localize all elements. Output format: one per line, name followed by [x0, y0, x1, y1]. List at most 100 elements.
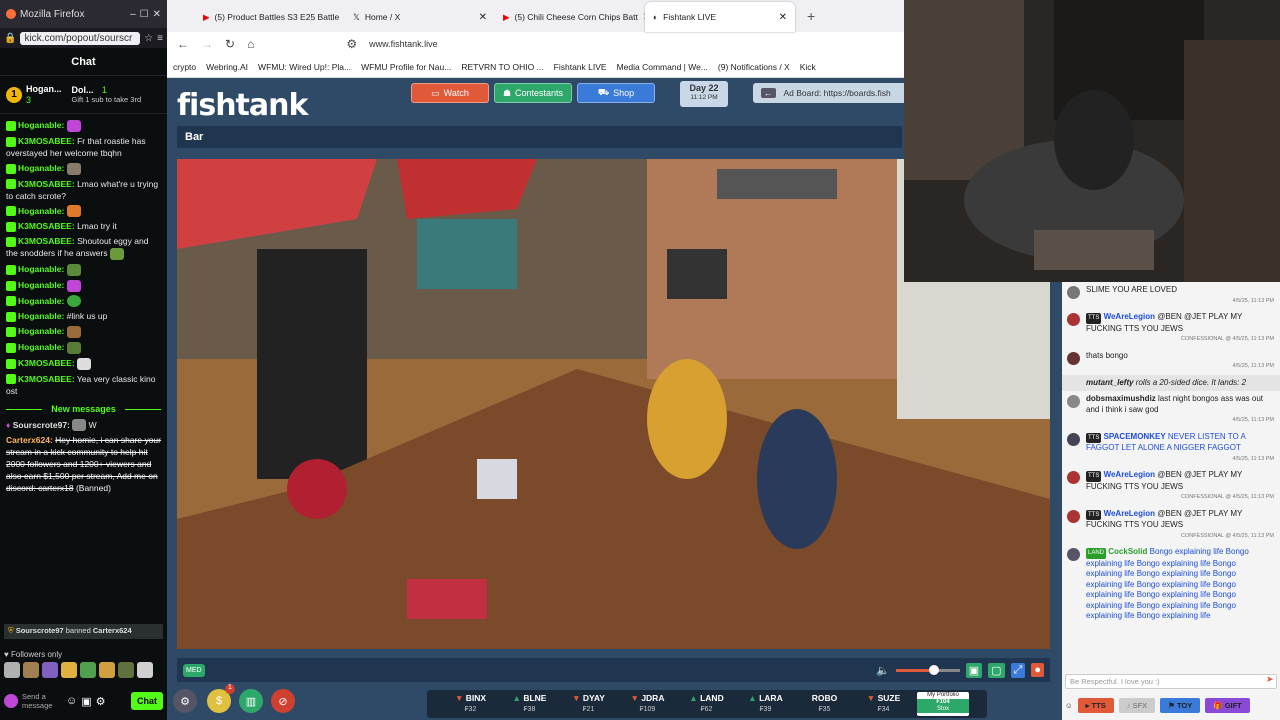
ad-board[interactable]: ← Ad Board: https://boards.fish [753, 83, 904, 103]
bookmark-item[interactable]: WFMU Profile for Nau... [361, 62, 451, 72]
portfolio-box[interactable]: My Portfolio ₣104 Stox [917, 692, 969, 716]
star-icon[interactable]: ☆ [144, 33, 153, 44]
bookmark-item[interactable]: crypto [173, 62, 196, 72]
watch-button[interactable]: ▭ Watch [411, 83, 489, 103]
chat-message: TTS WeAreLegion @BEN @JET PLAY MY FUCKIN… [1062, 309, 1280, 348]
emoji-icon[interactable]: ☺ [66, 695, 77, 707]
chat-message: K3MOSABEE: Yea very classic kino ost [6, 373, 156, 396]
bookmark-item[interactable]: Media Command | We... [617, 62, 708, 72]
stock-item[interactable]: ▼ BINX ₣32 [441, 693, 500, 715]
chat-message-banned: Carterx624: Hey homie, i can share your … [6, 435, 161, 494]
settings-icon[interactable]: ⚙ [96, 695, 106, 708]
volume-slider[interactable] [895, 664, 960, 675]
contestants-button[interactable]: ☗ Contestants [494, 83, 572, 103]
tab-chili-cheese[interactable]: ▶(5) Chili Cheese Corn Chips Batt✕ [495, 2, 645, 32]
kick-titlebar: Mozilla Firefox – ☐ ✕ [0, 0, 167, 28]
close-icon[interactable]: ✕ [153, 9, 161, 20]
site-info-icon[interactable]: ⚙ [346, 37, 357, 51]
pip-icon[interactable]: ▣ [965, 662, 983, 678]
chat-header: Chat [0, 48, 167, 76]
home-icon[interactable]: ⌂ [247, 37, 254, 51]
emote-icon [66, 279, 81, 292]
gifter1-name[interactable]: Hogan... [26, 84, 62, 95]
back-icon[interactable]: ← [177, 37, 189, 51]
new-messages-divider[interactable]: New messages [6, 403, 161, 415]
tab-product-battles[interactable]: ▶(5) Product Battles S3 E25 Battle✕ [195, 2, 345, 32]
chat-message: Hoganable: [6, 263, 161, 276]
settings-gear-icon[interactable]: ⚙ [173, 689, 197, 713]
menu-icon[interactable]: ≡ [157, 33, 163, 44]
stock-item[interactable]: ROBO ₣35 [795, 693, 854, 715]
maximize-icon[interactable]: ☐ [140, 9, 149, 20]
minimize-icon[interactable]: – [130, 9, 136, 20]
stock-item[interactable]: ▲ LAND ₣62 [677, 693, 736, 715]
stock-icon[interactable]: ▥ [239, 689, 263, 713]
reload-icon[interactable]: ↻ [225, 37, 235, 51]
send-message-input[interactable]: Send a message [22, 692, 62, 710]
bookmark-item[interactable]: Kick [800, 62, 816, 72]
chat-message: Hoganable: [6, 119, 161, 132]
tts-button[interactable]: ▸ TTS [1077, 697, 1114, 713]
chat-send-button[interactable]: Chat [131, 692, 163, 710]
shop-button[interactable]: ⛟ Shop [577, 83, 655, 103]
tab-fishtank-live[interactable]: ◐ Fishtank LIVE ✕ [645, 2, 795, 32]
chat-input[interactable]: Be Respectful. I love you :) [1065, 674, 1277, 689]
gifter2-name[interactable]: Dol... [72, 85, 94, 95]
chat-message: K3MOSABEE: Lmao what're u trying to catc… [6, 178, 159, 201]
gift-button[interactable]: 🎁 GIFT [1205, 697, 1250, 713]
bookmark-item[interactable]: (9) Notifications / X [718, 62, 790, 72]
nav-bar: ← → ↻ ⌂ ⚙ www.fishtank.live [167, 32, 904, 56]
chat-actions: ☺ ▸ TTS ♪ SFX ⚑ TOY 🎁 GIFT [1065, 694, 1277, 716]
camera-title: Bar [177, 126, 902, 148]
block-icon[interactable]: ⊘ [271, 689, 295, 713]
chat-messages: Hoganable: K3MOSABEE: Fr that roastie ha… [0, 114, 167, 499]
chat-feed: SLIME YOU ARE LOVED 4/5/25, 11:13 PM TTS … [1062, 282, 1280, 670]
stock-item[interactable]: ▼ SUZE ₣34 [854, 693, 913, 715]
emote-icon [66, 326, 81, 338]
emote-icon [66, 205, 81, 218]
forward-icon[interactable]: → [201, 37, 213, 51]
fishtank-logo[interactable]: fishtank [177, 88, 308, 123]
stock-item[interactable]: ▲ BLNE ₣38 [500, 693, 559, 715]
kick-url[interactable]: kick.com/popout/sourscr [20, 31, 141, 45]
sfx-button[interactable]: ♪ SFX [1118, 697, 1156, 713]
stock-ticker: ▼ BINX ₣32 ▲ BLNE ₣38 ▼ DYAY ₣21 ▼ JDRA ₣109… [427, 690, 987, 718]
fullscreen-window-icon[interactable]: ▢ [988, 662, 1005, 678]
bookmark-item[interactable]: RETVRN TO OHIO ... [461, 62, 543, 72]
bookmarks-bar: crypto Webring.AI WFMU: Wired Up!: Pla..… [167, 56, 904, 78]
expand-icon[interactable]: ⤢ [1010, 662, 1026, 678]
toy-button[interactable]: ⚑ TOY [1160, 697, 1201, 713]
new-tab-icon[interactable]: + [795, 8, 827, 32]
kick-urlbar: 🔒 kick.com/popout/sourscr ☆ ≡ [0, 28, 167, 48]
quality-badge[interactable]: MED [183, 663, 205, 677]
chat-input-row: Send a message ☺ ▣ ⚙ Chat [4, 688, 163, 714]
send-icon[interactable]: ➤ [1266, 674, 1274, 685]
tab-home-x[interactable]: 𝕏 Home / X ✕ [345, 2, 495, 32]
emote-icon [66, 119, 81, 132]
gifter1-count: 3 [26, 94, 32, 105]
day-clock: Day 22 11:12 PM [680, 81, 728, 107]
bookmark-item[interactable]: Webring.AI [206, 62, 248, 72]
emoji-icon[interactable]: ☺ [1065, 701, 1073, 710]
bookmark-item[interactable]: Fishtank LIVE [554, 62, 607, 72]
address-bar[interactable]: www.fishtank.live [369, 39, 438, 49]
sink [407, 579, 487, 619]
chat-message: LAND CockSolid Bongo explaining life Bon… [1062, 544, 1280, 625]
streamer-webcam [904, 0, 1280, 282]
notification-badge: 1 [225, 684, 235, 694]
volume-icon[interactable]: 🔈 [876, 664, 890, 677]
camera-controls: MED 🔈 ▣ ▢ ⤢ ● [177, 658, 1050, 682]
stock-item[interactable]: ▲ LARA ₣39 [736, 693, 795, 715]
bookmark-item[interactable]: WFMU: Wired Up!: Pla... [258, 62, 351, 72]
youtube-icon: ▶ [203, 11, 210, 22]
firefox-icon [6, 9, 16, 19]
close-tab-icon: ✕ [478, 11, 487, 23]
gift-icon[interactable]: ▣ [81, 695, 91, 708]
record-icon[interactable]: ● [1031, 663, 1044, 677]
mic-icon[interactable] [4, 694, 18, 708]
stock-item[interactable]: ▼ DYAY ₣21 [559, 693, 618, 715]
chat-message: ♦ Sourscrote97: W [6, 419, 97, 432]
emote-icon [72, 419, 87, 432]
stock-item[interactable]: ▼ JDRA ₣109 [618, 693, 677, 715]
webcam-image [904, 0, 1280, 282]
